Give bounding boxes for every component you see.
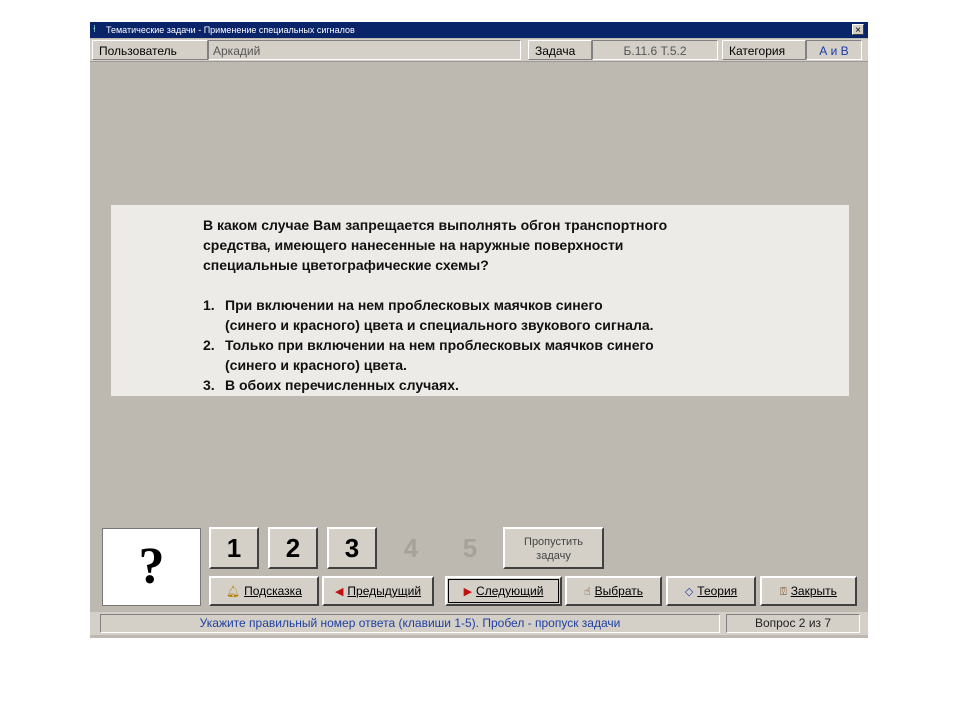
next-button[interactable]: ▶ Следующий — [445, 576, 562, 606]
close-button[interactable]: ⍔ Закрыть — [760, 576, 857, 606]
answer-option-1: 1. При включении на нем проблесковых мая… — [203, 295, 823, 335]
previous-label: Предыдущий — [347, 584, 422, 598]
diamond-icon: ◇ — [684, 586, 694, 598]
close-label: Закрыть — [790, 584, 837, 598]
skip-label-line1: Пропустить — [524, 536, 583, 548]
question-line: В каком случае Вам запрещается выполнять… — [203, 217, 668, 233]
question-line: средства, имеющего нанесенные на наружны… — [203, 237, 624, 253]
window-title: Тематические задачи - Применение специал… — [106, 25, 355, 35]
app-icon: ⍿ — [93, 24, 96, 35]
status-bar: Укажите правильный номер ответа (клавиши… — [90, 612, 868, 635]
category-label: Категория — [722, 40, 806, 60]
answer-line: (синего и красного) цвета и специального… — [225, 317, 654, 333]
answer-option-3: 3. В обоих перечисленных случаях. — [203, 375, 823, 395]
answer-button-2[interactable]: 2 — [268, 527, 318, 569]
answer-line: (синего и красного) цвета. — [225, 357, 407, 373]
skip-label-line2: задачу — [536, 550, 571, 562]
hint-label: Подсказка — [244, 584, 302, 598]
hand-icon: ☝︎ — [583, 586, 591, 598]
question-text: В каком случае Вам запрещается выполнять… — [203, 215, 823, 395]
task-label: Задача — [528, 40, 592, 60]
answer-number: 1. — [203, 297, 215, 313]
question-line: специальные цветографические схемы? — [203, 257, 489, 273]
info-bar: Пользователь Аркадий Задача Б.11.6 Т.5.2… — [90, 39, 868, 62]
answer-button-3[interactable]: 3 — [327, 527, 377, 569]
answer-button-4: 4 — [403, 533, 419, 563]
category-value: А и В — [806, 40, 862, 60]
answer-number: 2. — [203, 337, 215, 353]
answer-line: При включении на нем проблесковых маячко… — [225, 297, 603, 313]
title-bar: ⍿ Тематические задачи - Применение специ… — [90, 22, 868, 38]
question-progress: Вопрос 2 из 7 — [726, 614, 860, 633]
status-hint: Укажите правильный номер ответа (клавиши… — [100, 614, 720, 633]
answer-button-1[interactable]: 1 — [209, 527, 259, 569]
close-window-button[interactable]: × — [852, 24, 864, 36]
theory-button[interactable]: ◇ Теория — [666, 576, 756, 606]
answer-option-2: 2. Только при включении на нем проблеско… — [203, 335, 823, 375]
arrow-right-icon: ▶ — [463, 586, 473, 598]
skip-task-button[interactable]: Пропустить задачу — [503, 527, 604, 569]
choose-label: Выбрать — [594, 584, 644, 598]
previous-button[interactable]: ◀ Предыдущий — [322, 576, 434, 606]
question-panel: В каком случае Вам запрещается выполнять… — [111, 205, 849, 396]
theory-label: Теория — [697, 584, 738, 598]
app-window: ⍿ Тематические задачи - Применение специ… — [90, 22, 868, 638]
answer-line: Только при включении на нем проблесковых… — [225, 337, 654, 353]
person-exit-icon: ⍔ — [780, 586, 787, 598]
answer-button-5: 5 — [462, 533, 478, 563]
bell-icon: 🔔︎ — [226, 586, 241, 598]
answer-list: 1. При включении на нем проблесковых мая… — [203, 295, 823, 395]
next-label: Следующий — [476, 584, 544, 598]
hint-button[interactable]: 🔔︎ Подсказка — [209, 576, 319, 606]
arrow-left-icon: ◀ — [334, 586, 344, 598]
user-value: Аркадий — [208, 40, 521, 60]
answer-indicator: ? — [102, 528, 201, 606]
choose-button[interactable]: ☝︎ Выбрать — [565, 576, 662, 606]
user-label: Пользователь — [92, 40, 208, 60]
answer-number: 3. — [203, 377, 215, 393]
task-value: Б.11.6 Т.5.2 — [592, 40, 718, 60]
answer-line: В обоих перечисленных случаях. — [225, 377, 459, 393]
